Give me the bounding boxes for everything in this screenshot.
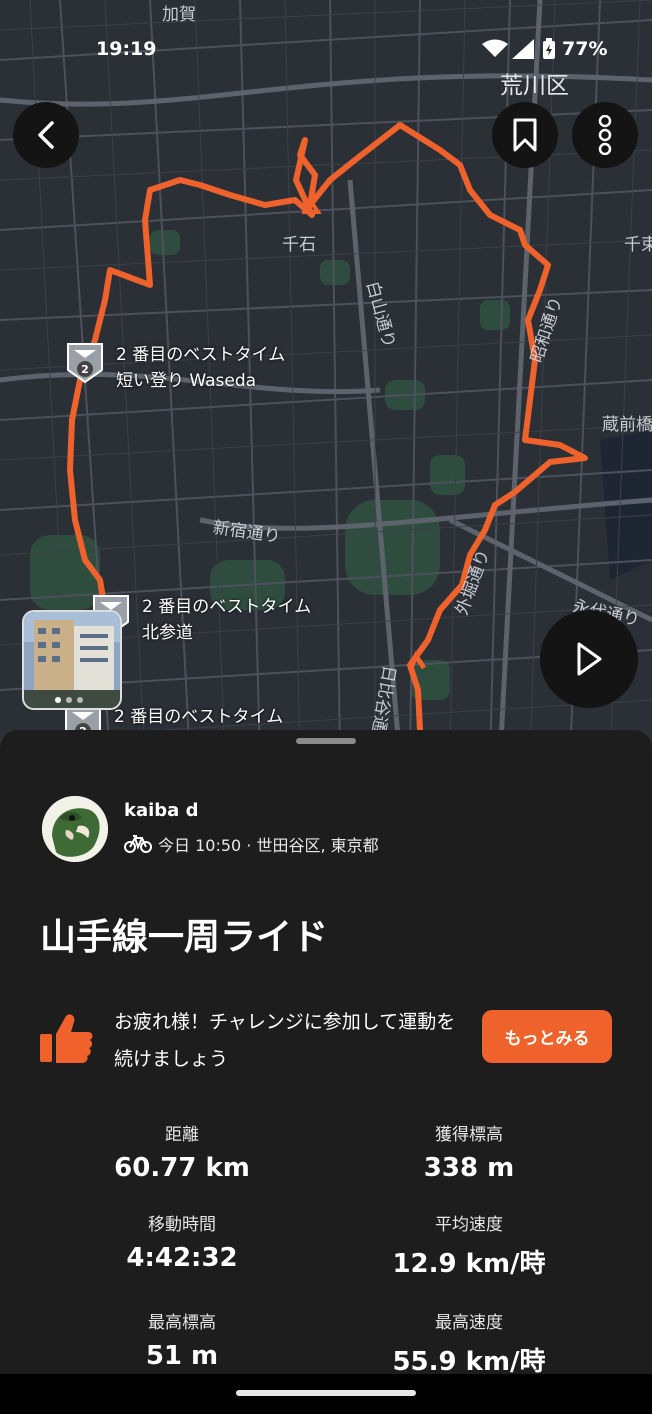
- bookmark-button[interactable]: [492, 102, 558, 168]
- play-icon: [577, 642, 602, 676]
- map-label-arakawa: 荒川区: [500, 73, 569, 99]
- system-nav-bar: [0, 1374, 652, 1414]
- activity-title: 山手線一周ライド: [40, 917, 329, 958]
- photo-thumbnail[interactable]: [22, 610, 122, 710]
- battery-percent: 77%: [562, 38, 608, 60]
- wifi-icon: [482, 39, 508, 57]
- stat-average-speed: 平均速度 12.9 km/時: [339, 1210, 599, 1280]
- map-label-chiyoda: 千束: [624, 235, 652, 255]
- stat-label: 距離: [165, 1125, 199, 1145]
- segment-name: 北参道: [142, 623, 193, 643]
- trophy-badge-icon: 2: [67, 343, 103, 384]
- athlete-name[interactable]: kaiba d: [124, 800, 198, 821]
- stat-max-elevation: 最高標高 51 m: [52, 1308, 312, 1371]
- map-label-kaga: 加賀: [162, 5, 196, 25]
- segment-badge[interactable]: 2 2 番目のベストタイム 短い登り Waseda: [66, 342, 285, 394]
- stat-value: 51 m: [145, 1341, 219, 1371]
- segment-rank: 2: [81, 363, 89, 376]
- avatar[interactable]: [42, 796, 108, 862]
- activity-date-location: 今日 10:50 · 世田谷区, 東京都: [158, 836, 379, 855]
- stat-label: 移動時間: [148, 1215, 216, 1235]
- stat-moving-time: 移動時間 4:42:32: [52, 1210, 312, 1273]
- battery-icon: [543, 38, 555, 59]
- map-label-sengoku: 千石: [282, 235, 316, 255]
- stat-value: 4:42:32: [126, 1243, 238, 1273]
- play-flyover-button[interactable]: [540, 610, 638, 708]
- stat-value: 60.77 km: [114, 1153, 250, 1183]
- status-time: 19:19: [96, 38, 157, 60]
- bicycle-icon: [124, 835, 152, 853]
- segment-title: 2 番目のベストタイム: [142, 597, 312, 617]
- segment-title: 2 番目のベストタイム: [114, 707, 284, 727]
- thumbs-up-icon: [40, 1014, 93, 1063]
- photo-image: [24, 612, 120, 708]
- stat-label: 獲得標高: [435, 1125, 503, 1145]
- stat-max-speed: 最高速度 55.9 km/時: [339, 1308, 599, 1378]
- see-more-button[interactable]: もっとみる: [482, 1010, 612, 1063]
- more-vertical-icon: [598, 115, 612, 155]
- activity-sheet: kaiba d 今日 10:50 · 世田谷区, 東京都 山手線一周ライド お疲…: [0, 730, 652, 1414]
- segment-title: 2 番目のベストタイム: [116, 345, 286, 365]
- segment-badge[interactable]: 2 2 番目のベストタイム 北参道: [92, 594, 311, 646]
- map-label-kuramae: 蔵前橋: [602, 415, 652, 435]
- home-gesture-pill[interactable]: [236, 1390, 416, 1396]
- route-map[interactable]: 19:19 77% 加賀 荒川区 千石 白山通り 昭和通り 千束 蔵前橋 新宿通…: [0, 0, 652, 760]
- more-options-button[interactable]: [572, 102, 638, 168]
- challenge-promo-text: お疲れ様！チャレンジに参加して運動を続けましょう: [114, 1011, 456, 1070]
- stat-label: 平均速度: [435, 1215, 503, 1235]
- stat-label: 最高標高: [148, 1313, 216, 1333]
- stat-distance: 距離 60.77 km: [52, 1120, 312, 1183]
- stat-value: 12.9 km/時: [392, 1249, 546, 1279]
- stat-label: 最高速度: [435, 1313, 503, 1333]
- back-button[interactable]: [13, 102, 79, 168]
- parrot-avatar-icon: [42, 796, 108, 862]
- bookmark-icon: [513, 118, 537, 152]
- sheet-drag-handle[interactable]: [296, 738, 356, 744]
- activity-meta: 今日 10:50 · 世田谷区, 東京都: [124, 832, 379, 856]
- back-arrow-icon: [38, 121, 54, 149]
- stat-elevation-gain: 獲得標高 338 m: [339, 1120, 599, 1183]
- stat-value: 55.9 km/時: [392, 1347, 546, 1377]
- signal-icon: [512, 39, 534, 59]
- segment-name: 短い登り Waseda: [116, 371, 257, 391]
- stat-value: 338 m: [423, 1153, 515, 1183]
- status-icons: 77%: [482, 38, 607, 60]
